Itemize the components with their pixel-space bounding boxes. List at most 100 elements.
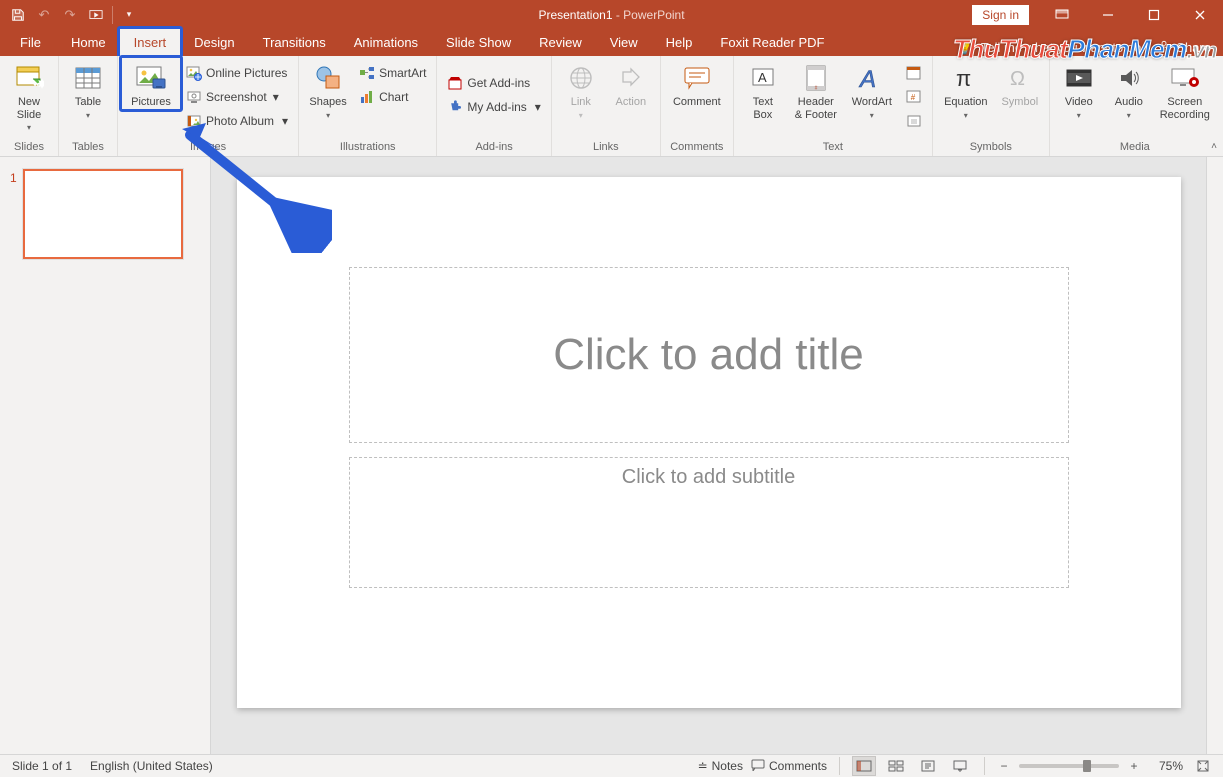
svg-text:#: #: [814, 86, 817, 92]
share-button[interactable]: Share: [1157, 39, 1211, 56]
tab-animations[interactable]: Animations: [340, 29, 432, 56]
photo-album-button[interactable]: Photo Album ▾: [182, 110, 292, 132]
maximize-button[interactable]: [1131, 0, 1177, 29]
object-button[interactable]: [902, 110, 926, 132]
online-pictures-button[interactable]: Online Pictures: [182, 62, 292, 84]
tab-view[interactable]: View: [596, 29, 652, 56]
qat-customize-icon[interactable]: ▾: [117, 3, 141, 27]
close-button[interactable]: [1177, 0, 1223, 29]
tab-file[interactable]: File: [4, 29, 57, 56]
link-button[interactable]: Link ▾: [558, 60, 604, 120]
store-icon: [447, 75, 463, 91]
video-icon: [1063, 62, 1095, 94]
reading-view-button[interactable]: [916, 756, 940, 776]
thumb-number: 1: [10, 169, 17, 259]
comment-label: Comment: [673, 96, 721, 109]
text-box-label: Text Box: [753, 96, 773, 121]
thumbnail-preview[interactable]: [23, 169, 183, 259]
slide-thumb-1[interactable]: 1: [10, 169, 200, 259]
ribbon-display-options-icon[interactable]: [1039, 0, 1085, 29]
comments-icon: [751, 759, 765, 774]
pictures-button[interactable]: Pictures: [124, 60, 178, 109]
slideshow-view-button[interactable]: [948, 756, 972, 776]
screen-recording-button[interactable]: Screen Recording: [1156, 60, 1214, 121]
fit-to-window-button[interactable]: [1191, 756, 1215, 776]
tab-home[interactable]: Home: [57, 29, 120, 56]
group-tables: Table ▾ Tables: [59, 56, 118, 156]
redo-icon[interactable]: ↷: [58, 3, 82, 27]
shapes-button[interactable]: Shapes ▾: [305, 60, 351, 120]
new-slide-icon: ✸: [13, 62, 45, 94]
wordart-icon: A: [856, 62, 888, 94]
smartart-button[interactable]: SmartArt: [355, 62, 430, 84]
ribbon: ✸ New Slide ▾ Slides Table ▾ Tables Pict…: [0, 56, 1223, 157]
group-media-label: Media: [1050, 141, 1220, 156]
new-slide-button[interactable]: ✸ New Slide ▾: [6, 60, 52, 132]
tab-review[interactable]: Review: [525, 29, 596, 56]
date-time-button[interactable]: [902, 62, 926, 84]
tab-help[interactable]: Help: [652, 29, 707, 56]
zoom-in-button[interactable]: +: [1127, 759, 1141, 773]
sign-in-button[interactable]: Sign in: [972, 5, 1029, 25]
dropdown-caret-icon: ▾: [27, 123, 31, 132]
slide-canvas[interactable]: Click to add title Click to add subtitle: [237, 177, 1181, 708]
equation-label: Equation: [944, 96, 987, 109]
get-addins-button[interactable]: Get Add-ins: [443, 72, 544, 94]
dropdown-caret-icon: ▾: [1127, 111, 1131, 120]
zoom-out-button[interactable]: −: [997, 759, 1011, 773]
zoom-slider-knob[interactable]: [1083, 760, 1091, 772]
vertical-scrollbar[interactable]: [1206, 157, 1223, 754]
text-box-button[interactable]: A Text Box: [740, 60, 786, 121]
share-label: Share: [1176, 40, 1211, 55]
title-placeholder[interactable]: Click to add title: [349, 267, 1069, 443]
slide-sorter-view-button[interactable]: [884, 756, 908, 776]
slide-counter[interactable]: Slide 1 of 1: [12, 759, 72, 773]
minimize-button[interactable]: [1085, 0, 1131, 29]
undo-icon[interactable]: ↶: [32, 3, 56, 27]
zoom-slider[interactable]: [1019, 764, 1119, 768]
tab-design[interactable]: Design: [180, 29, 248, 56]
slide-thumbnail-pane[interactable]: 1: [0, 157, 211, 754]
date-time-icon: [906, 65, 922, 81]
save-icon[interactable]: [6, 3, 30, 27]
screenshot-button[interactable]: Screenshot ▾: [182, 86, 292, 108]
wordart-button[interactable]: A WordArt ▾: [846, 60, 898, 120]
tab-transitions[interactable]: Transitions: [249, 29, 340, 56]
collapse-ribbon-icon[interactable]: ˄: [1211, 141, 1217, 152]
language-status[interactable]: English (United States): [90, 759, 213, 773]
tell-me-search[interactable]: 💡 Tell me what you want to do: [957, 40, 1142, 56]
group-slides: ✸ New Slide ▾ Slides: [0, 56, 59, 156]
symbol-button[interactable]: Ω Symbol: [997, 60, 1043, 109]
equation-button[interactable]: π Equation ▾: [939, 60, 993, 120]
tab-slideshow[interactable]: Slide Show: [432, 29, 525, 56]
my-addins-button[interactable]: My Add-ins ▾: [443, 96, 544, 118]
normal-view-button[interactable]: [852, 756, 876, 776]
ribbon-tabs: File Home Insert Design Transitions Anim…: [0, 29, 1223, 56]
tab-foxit[interactable]: Foxit Reader PDF: [706, 29, 838, 56]
tab-insert[interactable]: Insert: [120, 29, 181, 56]
online-pictures-icon: [186, 65, 202, 81]
subtitle-placeholder[interactable]: Click to add subtitle: [349, 457, 1069, 588]
action-button[interactable]: Action: [608, 60, 654, 109]
slide-editor[interactable]: Click to add title Click to add subtitle: [211, 157, 1206, 754]
group-text: A Text Box # Header & Footer A WordArt ▾…: [734, 56, 933, 156]
comment-icon: [681, 62, 713, 94]
group-illustrations-label: Illustrations: [299, 141, 436, 156]
zoom-percent[interactable]: 75%: [1149, 759, 1183, 773]
table-button[interactable]: Table ▾: [65, 60, 111, 120]
chart-button[interactable]: Chart: [355, 86, 430, 108]
subtitle-placeholder-text: Click to add subtitle: [622, 466, 795, 489]
comments-button[interactable]: Comments: [751, 759, 827, 774]
online-pictures-label: Online Pictures: [206, 66, 287, 80]
header-footer-button[interactable]: # Header & Footer: [790, 60, 842, 121]
smartart-label: SmartArt: [379, 66, 426, 80]
slide-number-button[interactable]: #: [902, 86, 926, 108]
video-button[interactable]: Video ▾: [1056, 60, 1102, 120]
slideshow-start-icon[interactable]: [84, 3, 108, 27]
svg-text:A: A: [758, 70, 767, 85]
group-links-label: Links: [552, 141, 660, 156]
comment-button[interactable]: Comment: [667, 60, 727, 109]
audio-button[interactable]: Audio ▾: [1106, 60, 1152, 120]
notes-button[interactable]: ≐ Notes: [698, 759, 743, 773]
svg-text:#: #: [911, 93, 916, 102]
